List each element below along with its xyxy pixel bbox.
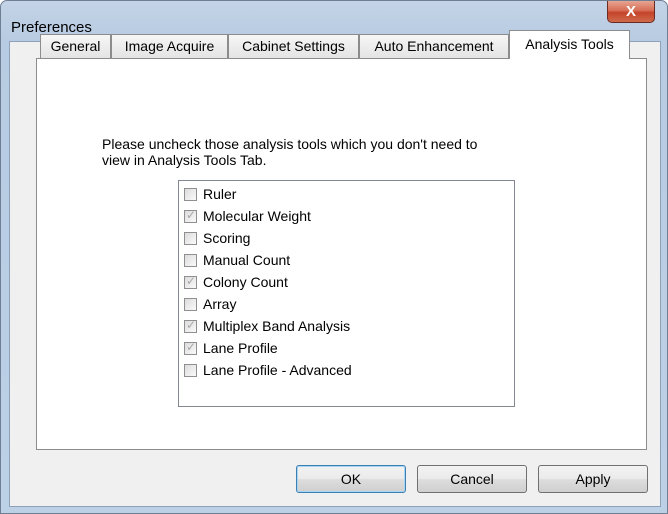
instructions-text: Please uncheck those analysis tools whic… xyxy=(102,136,572,168)
checkmark-icon: ✓ xyxy=(186,207,197,222)
apply-label: Apply xyxy=(575,471,611,487)
ok-button[interactable]: OK xyxy=(296,465,406,493)
instructions-line-2: view in Analysis Tools Tab. xyxy=(102,152,267,168)
tool-label: Molecular Weight xyxy=(203,208,311,224)
tab-label: Cabinet Settings xyxy=(242,38,345,54)
tool-manual-count[interactable]: Manual Count xyxy=(184,249,290,271)
tool-label: Array xyxy=(203,296,237,312)
checkbox[interactable]: ✓ xyxy=(184,317,197,333)
checkmark-icon: ✓ xyxy=(186,339,197,354)
cancel-button[interactable]: Cancel xyxy=(417,465,527,493)
tool-ruler[interactable]: Ruler xyxy=(184,183,236,205)
tab-image-acquire[interactable]: Image Acquire xyxy=(111,34,228,58)
instructions-line-1: Please uncheck those analysis tools whic… xyxy=(102,136,478,152)
ok-label: OK xyxy=(340,471,362,487)
checkbox[interactable]: ✓ xyxy=(184,339,197,355)
checkbox[interactable]: ✓ xyxy=(184,207,197,223)
tool-label: Lane Profile - Advanced xyxy=(203,362,352,378)
tool-lane-profile[interactable]: ✓ Lane Profile xyxy=(184,337,278,359)
apply-button[interactable]: Apply xyxy=(538,465,648,493)
checkbox[interactable]: ✓ xyxy=(184,273,197,289)
tab-label: Analysis Tools xyxy=(525,36,614,52)
close-button[interactable]: X xyxy=(607,1,655,23)
tab-auto-enhancement[interactable]: Auto Enhancement xyxy=(359,34,509,58)
tab-label: Auto Enhancement xyxy=(374,38,494,54)
tool-molecular-weight[interactable]: ✓ Molecular Weight xyxy=(184,205,311,227)
tool-lane-profile-advanced[interactable]: Lane Profile - Advanced xyxy=(184,359,352,381)
checkbox[interactable] xyxy=(184,297,197,311)
checkbox[interactable] xyxy=(184,253,197,267)
tool-label: Colony Count xyxy=(203,274,288,290)
close-icon: X xyxy=(625,3,636,20)
tab-analysis-tools[interactable]: Analysis Tools xyxy=(509,30,630,59)
checkbox[interactable] xyxy=(184,231,197,245)
tool-label: Lane Profile xyxy=(203,340,278,356)
tab-label: Image Acquire xyxy=(124,38,215,54)
tool-label: Multiplex Band Analysis xyxy=(203,318,351,334)
tool-label: Manual Count xyxy=(203,252,291,268)
cancel-label: Cancel xyxy=(450,471,494,487)
tool-multiplex-band-analysis[interactable]: ✓ Multiplex Band Analysis xyxy=(184,315,350,337)
checkbox[interactable] xyxy=(184,363,197,377)
analysis-tools-list[interactable]: Ruler ✓ Molecular Weight Scoring Manual … xyxy=(178,180,515,407)
tool-label: Scoring xyxy=(203,230,251,246)
checkmark-icon: ✓ xyxy=(186,273,197,288)
tool-label: Ruler xyxy=(203,186,237,202)
checkmark-icon: ✓ xyxy=(186,317,197,332)
tab-label: General xyxy=(50,38,101,54)
checkbox[interactable] xyxy=(184,187,197,201)
tab-general[interactable]: General xyxy=(40,34,111,58)
tool-scoring[interactable]: Scoring xyxy=(184,227,250,249)
tool-colony-count[interactable]: ✓ Colony Count xyxy=(184,271,288,293)
tab-cabinet-settings[interactable]: Cabinet Settings xyxy=(228,34,359,58)
tool-array[interactable]: Array xyxy=(184,293,236,315)
